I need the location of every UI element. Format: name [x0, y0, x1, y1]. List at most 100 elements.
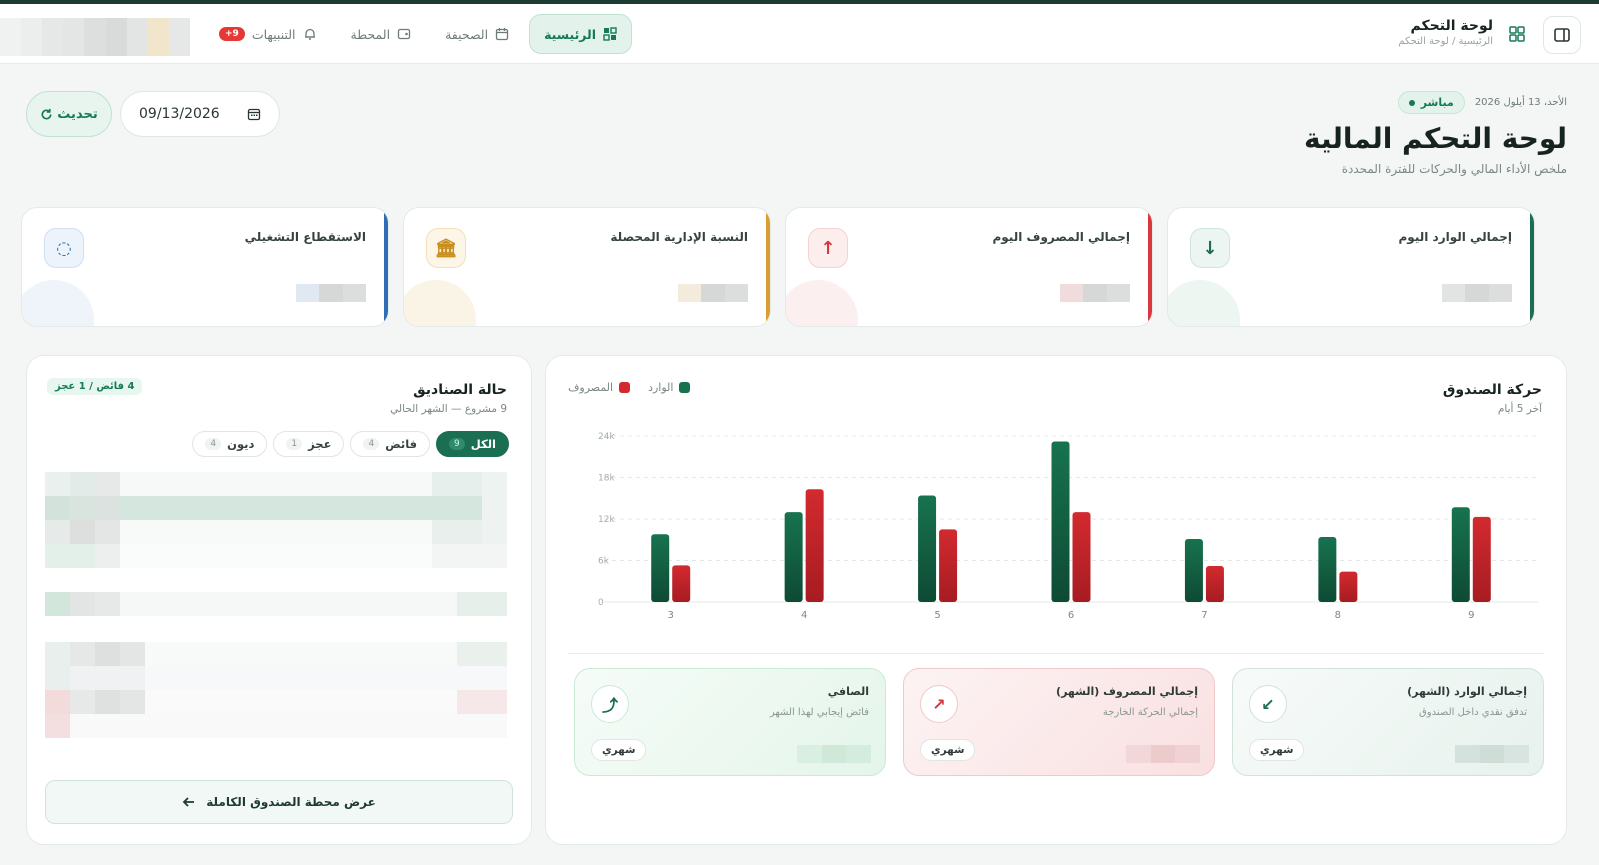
- legend-label-out: المصروف: [568, 381, 614, 394]
- bell-icon: [304, 28, 315, 40]
- y-tick-label: 0: [598, 598, 604, 608]
- summary-desc: تدفق نقدي داخل الصندوق: [1419, 707, 1527, 718]
- bar-income[interactable]: [1051, 441, 1070, 602]
- bar-expense[interactable]: [1205, 566, 1224, 602]
- bar-income[interactable]: [1318, 536, 1337, 602]
- refresh-button[interactable]: تحديث: [26, 91, 112, 137]
- refresh-icon: ◌: [44, 228, 84, 268]
- x-tick-label: 8: [1335, 610, 1341, 621]
- card-decoration: [404, 280, 476, 326]
- bar-income[interactable]: [651, 534, 670, 602]
- stat-value-redacted: [678, 284, 748, 302]
- stat-label: إجمالي المصروف اليوم: [992, 230, 1130, 244]
- grid-icon: [1509, 26, 1525, 42]
- list-item[interactable]: [45, 666, 507, 690]
- wallet-icon: [397, 28, 411, 40]
- arrow-up-right-icon: ↗: [920, 685, 958, 723]
- nav-links: الرئيسية الصحيفة المحطة التنبيهات 9+: [205, 14, 633, 54]
- surplus-deficit-badge: 4 فائض / 1 عجز: [47, 378, 143, 395]
- calendar-icon: [495, 28, 509, 41]
- list-item[interactable]: [45, 714, 507, 738]
- breadcrumb[interactable]: الرئيسية / لوحة التحكم: [1398, 36, 1493, 47]
- live-row: الأحد، 13 أيلول 2026 مباشر: [1397, 91, 1567, 114]
- summary-value-redacted: [1454, 745, 1529, 763]
- bar-income[interactable]: [1184, 539, 1203, 602]
- tab-label: ديون: [227, 437, 255, 451]
- filter-tab-deficit[interactable]: عجز 1: [273, 431, 345, 457]
- filter-tab-debts[interactable]: ديون 4: [192, 431, 268, 457]
- card-accent: [1148, 208, 1152, 326]
- bar-income[interactable]: [918, 495, 937, 602]
- bar-expense[interactable]: [805, 489, 824, 602]
- calendar-icon: [247, 108, 261, 121]
- bar-income[interactable]: [1451, 507, 1470, 602]
- list-item[interactable]: [45, 496, 507, 520]
- x-tick-label: 6: [1068, 610, 1074, 621]
- filter-tab-surplus[interactable]: فائض 4: [350, 431, 431, 457]
- sidebar-toggle-button[interactable]: [1543, 16, 1581, 54]
- tab-label: عجز: [308, 437, 332, 451]
- bar-expense[interactable]: [1472, 516, 1491, 602]
- funds-status-subtitle: 9 مشروع — الشهر الحالي: [390, 403, 507, 415]
- date-picker-input[interactable]: 09/13/2026: [120, 91, 280, 137]
- list-item[interactable]: [45, 642, 507, 666]
- arrow-down-left-icon: ↙: [1249, 685, 1287, 723]
- x-tick-label: 5: [934, 610, 940, 621]
- fund-movement-panel: حركة الصندوق آخر 5 أيام الوارد المصروف 0…: [545, 355, 1567, 845]
- page-identity: لوحة التحكم الرئيسية / لوحة التحكم: [1398, 18, 1493, 47]
- summary-value-redacted: [796, 745, 871, 763]
- tab-label: الكل: [470, 437, 496, 451]
- stat-card-operational-deduction: الاستقطاع التشغيلي ◌: [21, 207, 389, 327]
- live-label: مباشر: [1420, 96, 1454, 109]
- top-navbar: لوحة التحكم الرئيسية / لوحة التحكم الرئي…: [0, 4, 1599, 64]
- bar-expense[interactable]: [1072, 512, 1091, 602]
- date-picker-value: 09/13/2026: [139, 106, 220, 122]
- summary-value-redacted: [1125, 745, 1200, 763]
- funds-status-panel: حالة الصناديق 9 مشروع — الشهر الحالي 4 ف…: [26, 355, 532, 845]
- legend-item-out[interactable]: المصروف: [568, 381, 631, 394]
- nav-link-station[interactable]: المحطة: [337, 14, 426, 54]
- bar-income[interactable]: [784, 512, 803, 602]
- live-status-badge: مباشر: [1397, 91, 1465, 114]
- funds-list-redacted: [45, 472, 507, 752]
- stat-label: الاستقطاع التشغيلي: [244, 230, 366, 244]
- view-full-station-button[interactable]: عرض محطة الصندوق الكاملة: [45, 780, 513, 824]
- tab-count: 1: [286, 438, 303, 450]
- nav-link-notifications-label: التنبيهات: [251, 26, 296, 42]
- nav-link-home[interactable]: الرئيسية: [529, 14, 633, 54]
- y-tick-label: 24k: [598, 432, 615, 442]
- sidebar-icon: [1554, 28, 1570, 42]
- tab-count: 4: [205, 438, 222, 450]
- monthly-pill[interactable]: شهري: [1249, 739, 1305, 761]
- summary-title: الصافي: [827, 685, 869, 698]
- stat-label: النسبة الإدارية المحصلة: [610, 230, 748, 244]
- y-tick-label: 18k: [598, 474, 615, 484]
- list-item[interactable]: [45, 472, 507, 496]
- list-item[interactable]: [45, 592, 507, 616]
- legend-label-in: الوارد: [648, 381, 674, 394]
- page-subtitle: ملخص الأداء المالي والحركات للفترة المحد…: [1341, 162, 1567, 176]
- monthly-pill[interactable]: شهري: [920, 739, 976, 761]
- nav-link-journal[interactable]: الصحيفة: [431, 14, 523, 54]
- card-accent: [1530, 208, 1534, 326]
- legend-item-in[interactable]: الوارد: [648, 381, 691, 394]
- user-profile-area[interactable]: [0, 18, 190, 56]
- nav-link-notifications[interactable]: التنبيهات 9+: [205, 14, 331, 54]
- bar-expense[interactable]: [1339, 571, 1358, 602]
- y-tick-label: 6k: [598, 557, 610, 567]
- list-item[interactable]: [45, 690, 507, 714]
- x-tick-label: 7: [1201, 610, 1207, 621]
- list-item[interactable]: [45, 520, 507, 544]
- list-item[interactable]: [45, 544, 507, 568]
- live-dot-icon: [1408, 99, 1415, 106]
- stat-value-redacted: [1442, 284, 1512, 302]
- card-decoration: [786, 280, 858, 326]
- bar-expense[interactable]: [672, 565, 691, 602]
- bar-expense[interactable]: [939, 529, 958, 602]
- monthly-pill[interactable]: شهري: [591, 739, 647, 761]
- view-full-station-label: عرض محطة الصندوق الكاملة: [206, 795, 376, 809]
- chart-divider: [568, 653, 1544, 654]
- filter-tab-all[interactable]: الكل 9: [436, 431, 509, 457]
- trend-up-icon: ⤴: [591, 685, 629, 723]
- bank-icon: 🏛: [426, 228, 466, 268]
